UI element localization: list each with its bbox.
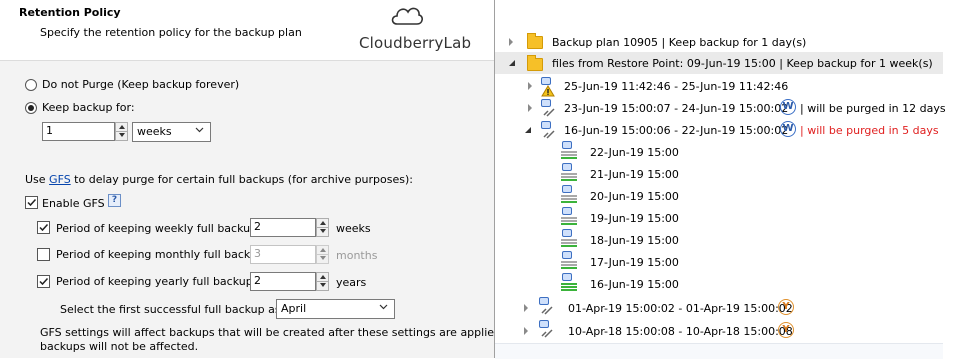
- keep-backup-label[interactable]: Keep backup for:: [42, 101, 135, 114]
- weekly-badge: W: [780, 99, 796, 115]
- backup-day-icon: [561, 251, 577, 271]
- keep-duration-value: 1: [46, 124, 53, 137]
- page-subtitle: Specify the retention policy for the bac…: [40, 26, 302, 39]
- expand-arrow-icon[interactable]: [509, 38, 513, 46]
- collapse-arrow-icon[interactable]: [524, 126, 532, 134]
- backup-day-icon: [561, 163, 577, 183]
- chevron-down-icon: [195, 127, 204, 133]
- tree-item-day-7[interactable]: 16-Jun-19 15:00: [590, 278, 679, 291]
- purge-note-range-2: | will be purged in 12 days: [800, 102, 946, 115]
- gfs-description: Use GFS to delay purge for certain full …: [25, 173, 413, 186]
- yearly-period-spinner[interactable]: [316, 272, 329, 291]
- tree-item-day-3[interactable]: 20-Jun-19 15:00: [590, 190, 679, 203]
- expand-arrow-icon[interactable]: [528, 104, 532, 112]
- restore-point-link-icon: [538, 320, 554, 338]
- weekly-period-unit: weeks: [336, 222, 371, 235]
- restore-point-link-icon: [540, 99, 556, 117]
- tree-item-day-4[interactable]: 19-Jun-19 15:00: [590, 212, 679, 225]
- check-icon: [27, 198, 37, 207]
- weekly-gfs-label[interactable]: Period of keeping weekly full backups:: [56, 222, 267, 235]
- backup-tree: Backup plan 10905 | Keep backup for 1 da…: [495, 0, 955, 359]
- first-backup-month-value: April: [281, 302, 307, 315]
- yearly-period-unit: years: [336, 276, 367, 289]
- tree-item-day-2[interactable]: 21-Jun-19 15:00: [590, 168, 679, 181]
- weekly-period-spinner[interactable]: [316, 218, 329, 237]
- help-icon[interactable]: ?: [108, 194, 121, 207]
- yearly-period-input[interactable]: 2: [250, 272, 316, 291]
- tree-item-range-5[interactable]: 10-Apr-18 15:00:08 - 10-Apr-18 15:00:08: [568, 325, 793, 338]
- folder-icon: [527, 33, 543, 49]
- monthly-gfs-label[interactable]: Period of keeping monthly full backups:: [56, 248, 273, 261]
- backup-day-icon: [561, 185, 577, 205]
- check-icon: [39, 223, 49, 232]
- monthly-period-input[interactable]: 3: [250, 245, 316, 264]
- keep-duration-spinner[interactable]: [115, 122, 128, 141]
- backup-day-icon: [561, 207, 577, 227]
- weekly-period-input[interactable]: 2: [250, 218, 316, 237]
- tree-item-range-3[interactable]: 16-Jun-19 15:00:06 - 22-Jun-19 15:00:02: [564, 124, 788, 137]
- weekly-period-value: 2: [254, 220, 261, 233]
- gfs-link[interactable]: GFS: [49, 173, 71, 186]
- cloud-logo-icon: [391, 7, 423, 25]
- weekly-badge: W: [780, 121, 796, 137]
- weekly-gfs-checkbox[interactable]: [37, 221, 50, 234]
- tree-item-day-6[interactable]: 17-Jun-19 15:00: [590, 256, 679, 269]
- keep-duration-input[interactable]: 1: [42, 122, 115, 141]
- backup-day-icon: [561, 141, 577, 161]
- spin-down-button[interactable]: [116, 131, 127, 139]
- cloudberry-logo: CloudberryLab: [359, 34, 472, 52]
- yearly-badge: Y: [778, 299, 794, 315]
- folder-icon: [527, 55, 543, 71]
- monthly-period-spinner[interactable]: [316, 245, 329, 264]
- yearly-badge: Y: [778, 322, 794, 338]
- enable-gfs-label[interactable]: Enable GFS: [42, 197, 105, 210]
- tree-item-range-2[interactable]: 23-Jun-19 15:00:07 - 24-Jun-19 15:00:02: [564, 102, 788, 115]
- tree-item-range-1[interactable]: 25-Jun-19 11:42:46 - 25-Jun-19 11:42:46: [564, 80, 788, 93]
- yearly-gfs-label[interactable]: Period of keeping yearly full backups:: [56, 275, 262, 288]
- restore-point-link-icon: [538, 297, 554, 315]
- spin-down-button[interactable]: [317, 254, 328, 262]
- keep-unit-value: weeks: [137, 125, 172, 138]
- expand-arrow-icon[interactable]: [528, 82, 532, 90]
- page-title: Retention Policy: [19, 6, 121, 19]
- keep-backup-radio[interactable]: [25, 102, 37, 114]
- expand-arrow-icon[interactable]: [524, 327, 528, 335]
- first-backup-label: Select the first successful full backup …: [60, 303, 298, 316]
- monthly-gfs-checkbox[interactable]: [37, 248, 50, 261]
- gfs-note-line2: backups will not be affected.: [40, 340, 199, 353]
- monthly-period-unit: months: [336, 249, 378, 262]
- restore-point-link-icon: [540, 121, 556, 139]
- yearly-period-value: 2: [254, 274, 261, 287]
- spin-down-button[interactable]: [317, 281, 328, 289]
- spin-down-button[interactable]: [317, 227, 328, 235]
- retention-policy-panel: Retention Policy Specify the retention p…: [0, 0, 531, 358]
- tree-item-day-5[interactable]: 18-Jun-19 15:00: [590, 234, 679, 247]
- monthly-period-value: 3: [254, 247, 261, 260]
- restore-point-warning-icon: [540, 77, 556, 97]
- backup-day-icon: [561, 229, 577, 249]
- tree-item-day-1[interactable]: 22-Jun-19 15:00: [590, 146, 679, 159]
- chevron-down-icon: [379, 304, 388, 310]
- tree-item-backup-plan[interactable]: Backup plan 10905 | Keep backup for 1 da…: [552, 36, 806, 49]
- panel-header: Retention Policy Specify the retention p…: [0, 0, 494, 61]
- do-not-purge-label[interactable]: Do not Purge (Keep backup forever): [42, 78, 239, 91]
- purge-note-range-3: | will be purged in 5 days: [800, 124, 939, 137]
- enable-gfs-checkbox[interactable]: [25, 196, 38, 209]
- do-not-purge-radio[interactable]: [25, 79, 37, 91]
- tree-item-restore-point[interactable]: files from Restore Point: 09-Jun-19 15:0…: [552, 57, 933, 70]
- keep-unit-select[interactable]: weeks: [132, 122, 211, 142]
- backup-day-full-icon: [561, 273, 577, 293]
- gfs-note-line1: GFS settings will affect backups that wi…: [40, 326, 531, 339]
- expand-arrow-icon[interactable]: [524, 304, 528, 312]
- collapse-arrow-icon[interactable]: [508, 59, 516, 67]
- yearly-gfs-checkbox[interactable]: [37, 275, 50, 288]
- first-backup-month-select[interactable]: April: [276, 299, 395, 319]
- tree-item-range-4[interactable]: 01-Apr-19 15:00:02 - 01-Apr-19 15:00:02: [568, 302, 793, 315]
- check-icon: [39, 277, 49, 286]
- tree-footer-strip: [495, 343, 943, 359]
